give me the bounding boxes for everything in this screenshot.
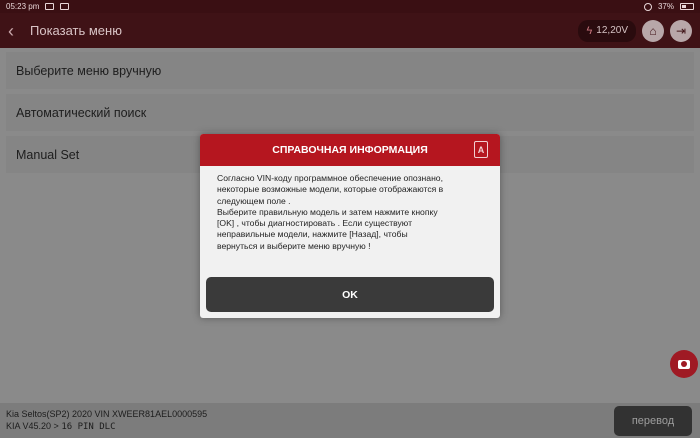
home-button[interactable]: ⌂ [642,19,664,42]
menu-item-manual-select[interactable]: Выберите меню вручную [6,52,694,89]
camera-icon [678,359,690,369]
dialog-message-line: Выберите правильную модель и затем нажми… [217,206,438,217]
exit-icon: ⇥ [675,23,687,38]
home-icon: ⌂ [649,23,657,38]
vehicle-line: Kia Seltos(SP2) 2020 VIN XWEER81AEL00005… [6,409,208,419]
back-icon[interactable]: ‹ [8,22,24,40]
dialog-message-line: Согласно VIN-коду программное обеспечени… [217,173,443,183]
notification-icon [45,3,55,10]
diagnostic-path: KIA V45.20 > 16 PIN DLC [6,420,207,433]
screen-icon [60,3,70,10]
dialog-title: СПРАВОЧНАЯ ИНФОРМАЦИЯ [272,144,428,156]
settings-status-icon [643,2,652,11]
menu-item-label: Автоматический поиск [16,105,147,120]
path-prefix: KIA V45.20 > [6,421,59,431]
info-dialog: СПРАВОЧНАЯ ИНФОРМАЦИЯ A Согласно VIN-код… [200,134,500,318]
page-title: Показать меню [30,23,122,38]
menu-item-auto-search[interactable]: Автоматический поиск [6,94,694,131]
screenshot-button[interactable] [670,350,698,378]
bolt-icon: ϟ [586,24,593,37]
menu-item-label: Выберите меню вручную [16,63,162,78]
dialog-message-line: неправильные модели, нажмите [Назад], чт… [217,229,408,240]
path-connector: 16 PIN DLC [61,422,116,432]
footer: Kia Seltos(SP2) 2020 VIN XWEER81AEL00005… [0,403,700,438]
dialog-header: СПРАВОЧНАЯ ИНФОРМАЦИЯ A [200,134,500,166]
menu-item-label: Manual Set [16,147,80,162]
dialog-message-line: [OK] , чтобы диагностировать . Если суще… [217,218,412,229]
dialog-message-line: некоторые возможные модели, которые отоб… [217,184,444,195]
voltage-indicator: ϟ 12,20V [578,19,636,42]
document-icon[interactable]: A [474,141,488,158]
status-bar: 05:23 pm 37% [0,0,700,13]
status-time: 05:23 pm [6,2,40,11]
dialog-message-line: вернуться и выберите меню вручную ! [217,240,371,251]
translate-button[interactable]: перевод [614,406,692,436]
battery-icon [680,3,694,10]
voltage-value: 12,20V [596,25,628,36]
dialog-message: Согласно VIN-коду программное обеспечени… [200,166,500,276]
ok-button[interactable]: OK [206,277,494,312]
exit-button[interactable]: ⇥ [670,19,692,42]
title-bar: ‹ Показать меню ϟ 12,20V ⌂ ⇥ [0,13,700,48]
vehicle-info: Kia Seltos(SP2) 2020 VIN XWEER81AEL00005… [6,408,207,433]
dialog-message-line: следующем поле . [217,195,291,206]
battery-percent: 37% [657,2,674,11]
